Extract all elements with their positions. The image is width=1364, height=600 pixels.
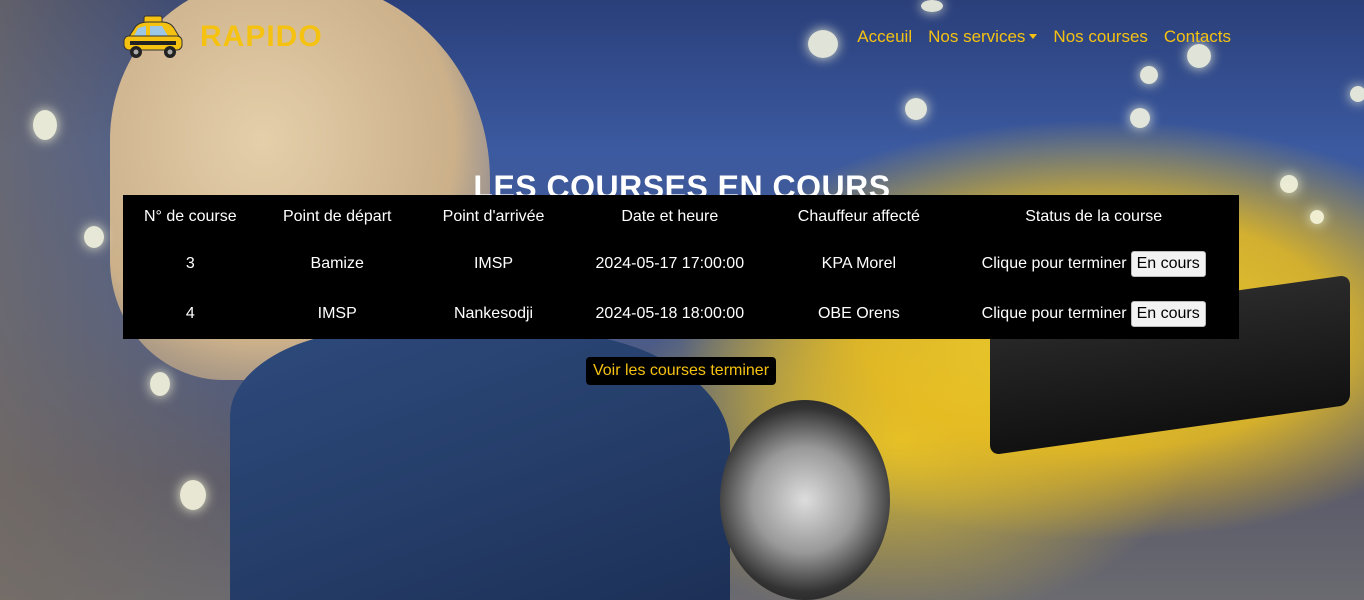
table-row: 3 Bamize IMSP 2024-05-17 17:00:00 KPA Mo… — [123, 239, 1239, 289]
column-header: Status de la course — [1025, 208, 1163, 225]
course-number: 3 — [185, 255, 195, 272]
datetime: 2024-05-17 17:00:00 — [595, 255, 745, 272]
brand-name: RAPIDO — [200, 20, 323, 53]
departure-point: Bamize — [310, 255, 364, 272]
table-row: 4 IMSP Nankesodji 2024-05-18 18:00:00 OB… — [123, 289, 1239, 339]
status-cell: Clique pour terminer En cours — [948, 239, 1239, 289]
status-text: Clique pour terminer — [981, 255, 1127, 272]
column-header: Point de départ — [282, 208, 392, 225]
navbar: RAPIDO Acceuil Nos services Nos courses … — [0, 0, 1364, 72]
taxi-icon — [123, 15, 183, 58]
column-header: Date et heure — [621, 208, 719, 225]
column-header: Chauffeur affecté — [797, 208, 920, 225]
arrival-point: Nankesodji — [453, 305, 534, 322]
departure-point: IMSP — [317, 305, 357, 322]
chevron-down-icon — [1029, 34, 1038, 39]
arrival-point: IMSP — [473, 255, 514, 272]
nav-item-contacts[interactable]: Contacts — [1164, 27, 1231, 47]
nav-item-label: Nos services — [928, 27, 1026, 46]
status-text: Clique pour terminer — [981, 305, 1127, 322]
nav-item-nos-courses[interactable]: Nos courses — [1053, 27, 1147, 47]
table-header-row: N° de course Point de départ Point d'arr… — [123, 195, 1239, 239]
status-cell: Clique pour terminer En cours — [948, 289, 1239, 339]
driver: OBE Orens — [817, 305, 900, 322]
driver: KPA Morel — [821, 255, 897, 272]
datetime: 2024-05-18 18:00:00 — [595, 305, 745, 322]
course-number: 4 — [185, 305, 195, 322]
nav-item-nos-services[interactable]: Nos services — [928, 27, 1038, 47]
column-header: N° de course — [143, 208, 237, 225]
column-header: Point d'arrivée — [442, 208, 545, 225]
finish-course-button[interactable]: En cours — [1130, 251, 1206, 277]
view-finished-courses-button[interactable]: Voir les courses terminer — [586, 357, 776, 385]
nav-item-acceuil[interactable]: Acceuil — [857, 27, 912, 47]
finish-course-button[interactable]: En cours — [1130, 301, 1206, 327]
main-nav: Acceuil Nos services Nos courses Contact… — [857, 27, 1231, 47]
brand[interactable]: RAPIDO — [122, 14, 323, 60]
courses-table: N° de course Point de départ Point d'arr… — [123, 195, 1239, 339]
